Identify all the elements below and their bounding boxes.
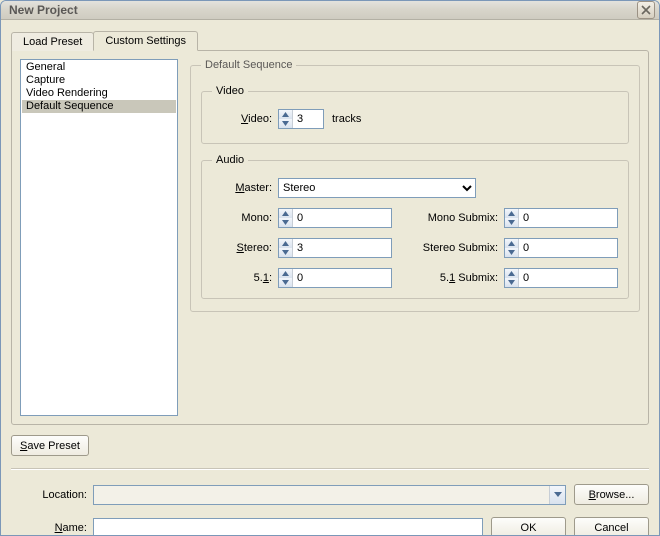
category-tree[interactable]: General Capture Video Rendering Default … xyxy=(20,59,178,416)
tree-item-video-rendering[interactable]: Video Rendering xyxy=(22,87,176,100)
spin-down-icon[interactable] xyxy=(505,248,518,257)
stereo-spinner[interactable] xyxy=(278,238,392,258)
spin-down-icon[interactable] xyxy=(279,248,292,257)
mono-label: Mono: xyxy=(212,212,272,224)
video-tracks-input[interactable] xyxy=(293,110,323,128)
mono-submix-spinner[interactable] xyxy=(504,208,618,228)
fiveone-spinner[interactable] xyxy=(278,268,392,288)
fiveone-label: 5.1: xyxy=(212,272,272,284)
mono-spinner[interactable] xyxy=(278,208,392,228)
stereo-label: Stereo: xyxy=(212,242,272,254)
tab-custom-settings[interactable]: Custom Settings xyxy=(93,31,198,51)
save-preset-button[interactable]: Save Preset xyxy=(11,435,89,456)
video-tracks-label: Video: xyxy=(212,113,272,125)
video-legend: Video xyxy=(212,85,248,97)
spin-up-icon[interactable] xyxy=(505,239,518,248)
spin-up-icon[interactable] xyxy=(279,110,292,119)
fiveone-input[interactable] xyxy=(293,269,323,287)
spin-up-icon[interactable] xyxy=(279,239,292,248)
mono-submix-input[interactable] xyxy=(519,209,549,227)
tree-item-default-sequence[interactable]: Default Sequence xyxy=(22,100,176,113)
tab-content: General Capture Video Rendering Default … xyxy=(11,50,649,425)
location-combo[interactable] xyxy=(93,485,566,505)
fiveone-submix-label: 5.1 Submix: xyxy=(398,272,498,284)
separator xyxy=(11,468,649,470)
spin-up-icon[interactable] xyxy=(505,269,518,278)
master-combo[interactable]: Stereo xyxy=(278,178,476,198)
close-icon xyxy=(641,5,651,15)
video-group: Video Video: tracks xyxy=(201,85,629,144)
mono-submix-label: Mono Submix: xyxy=(398,212,498,224)
stereo-submix-spinner[interactable] xyxy=(504,238,618,258)
video-tracks-suffix: tracks xyxy=(332,113,361,125)
settings-pane: Default Sequence Video Video: xyxy=(190,59,640,416)
name-input[interactable] xyxy=(93,518,483,536)
default-sequence-group: Default Sequence Video Video: xyxy=(190,59,640,312)
default-sequence-legend: Default Sequence xyxy=(201,59,296,71)
tree-item-capture[interactable]: Capture xyxy=(22,74,176,87)
master-label: Master: xyxy=(212,182,272,194)
close-button[interactable] xyxy=(637,1,655,19)
location-label: Location: xyxy=(11,489,87,501)
browse-button[interactable]: Browse... xyxy=(574,484,649,505)
fiveone-submix-input[interactable] xyxy=(519,269,549,287)
tab-row: Load Preset Custom Settings xyxy=(11,30,649,50)
titlebar: New Project xyxy=(1,1,659,20)
spin-down-icon[interactable] xyxy=(279,218,292,227)
fiveone-submix-spinner[interactable] xyxy=(504,268,618,288)
location-input[interactable] xyxy=(94,486,549,504)
cancel-button[interactable]: Cancel xyxy=(574,517,649,536)
stereo-submix-label: Stereo Submix: xyxy=(398,242,498,254)
spin-down-icon[interactable] xyxy=(279,278,292,287)
spin-up-icon[interactable] xyxy=(279,269,292,278)
new-project-dialog: New Project Load Preset Custom Settings … xyxy=(0,0,660,536)
spin-down-icon[interactable] xyxy=(505,218,518,227)
window-title: New Project xyxy=(9,3,637,17)
spin-down-icon[interactable] xyxy=(505,278,518,287)
audio-group: Audio Master: Stereo Mono: xyxy=(201,154,629,299)
tab-load-preset[interactable]: Load Preset xyxy=(11,32,94,51)
mono-input[interactable] xyxy=(293,209,323,227)
spin-up-icon[interactable] xyxy=(279,209,292,218)
stereo-input[interactable] xyxy=(293,239,323,257)
spin-down-icon[interactable] xyxy=(279,119,292,128)
ok-button[interactable]: OK xyxy=(491,517,566,536)
spin-up-icon[interactable] xyxy=(505,209,518,218)
tree-item-general[interactable]: General xyxy=(22,61,176,74)
chevron-down-icon[interactable] xyxy=(549,486,565,504)
video-tracks-spinner[interactable] xyxy=(278,109,324,129)
name-label: Name: xyxy=(11,522,87,534)
stereo-submix-input[interactable] xyxy=(519,239,549,257)
audio-legend: Audio xyxy=(212,154,248,166)
